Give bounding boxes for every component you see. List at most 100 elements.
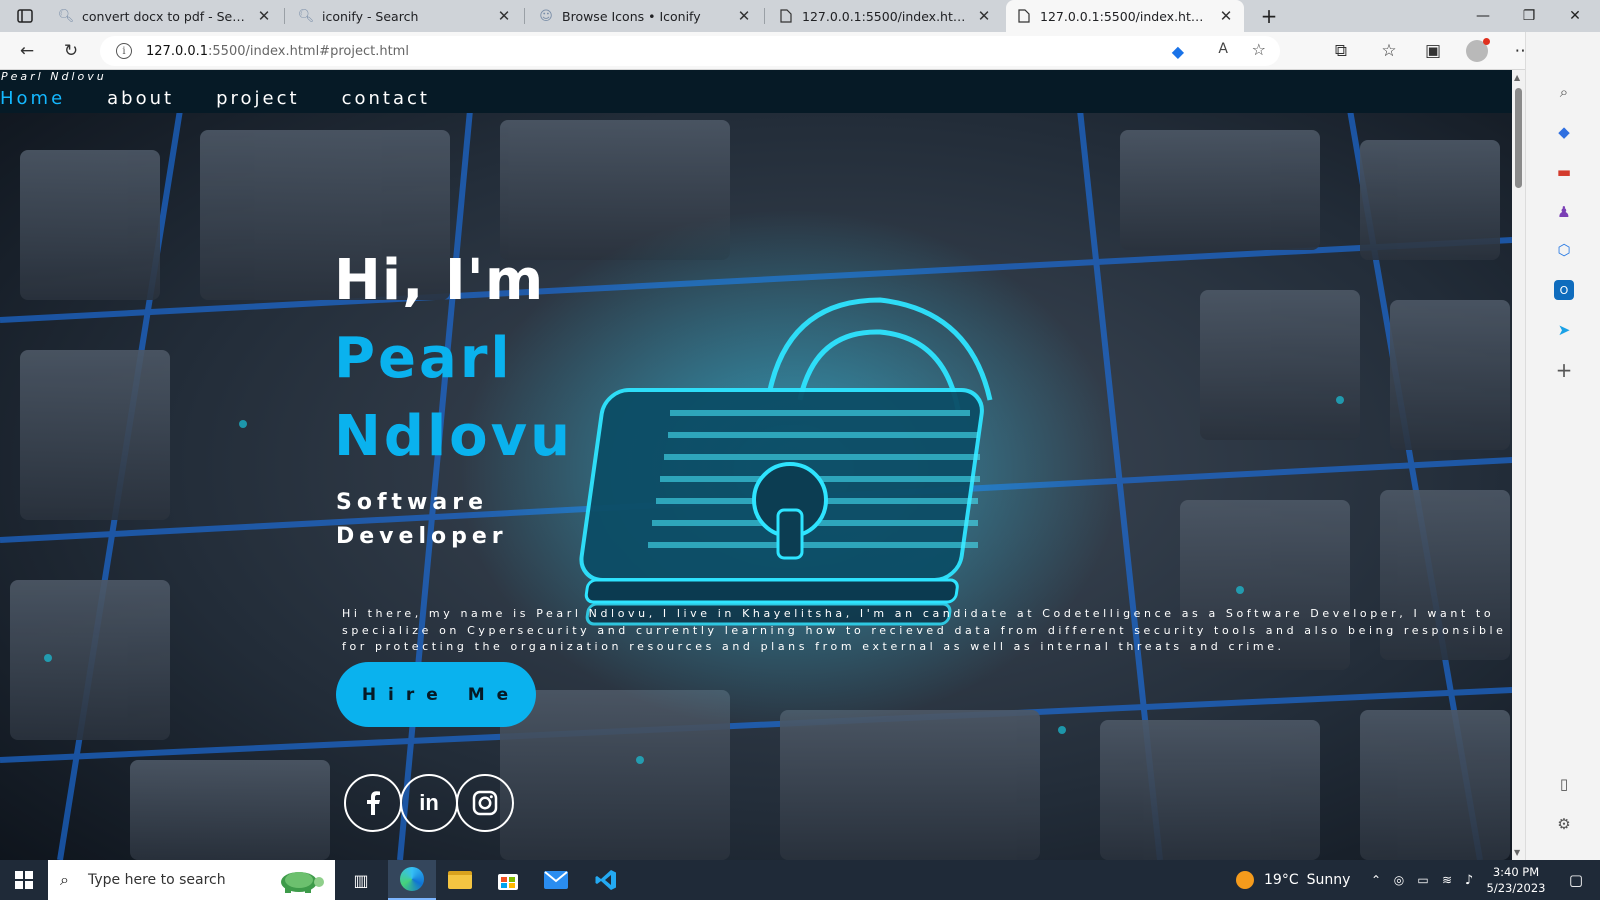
- back-button[interactable]: ←: [12, 37, 42, 65]
- facebook-icon[interactable]: [344, 774, 402, 832]
- wifi-icon[interactable]: ≋: [1436, 860, 1458, 900]
- turtle-icon: [269, 866, 325, 894]
- site-info-icon[interactable]: i: [116, 43, 132, 59]
- tab-actions-icon[interactable]: [10, 2, 40, 30]
- instagram-icon[interactable]: [456, 774, 514, 832]
- shield-icon[interactable]: ◆: [1172, 42, 1184, 61]
- nav-project[interactable]: project: [216, 88, 299, 109]
- tab-title: convert docx to pdf - Search: [82, 8, 250, 24]
- search-icon[interactable]: ⌕: [1554, 82, 1574, 102]
- address-host: 127.0.0.1: [146, 43, 209, 59]
- site-nav: Home about project contact: [0, 88, 472, 109]
- close-window-button[interactable]: ✕: [1552, 0, 1598, 32]
- nav-about[interactable]: about: [107, 88, 174, 109]
- windows-start-icon[interactable]: [0, 860, 48, 900]
- search-icon: 🔍︎: [57, 8, 75, 24]
- favorites-icon[interactable]: ☆: [1374, 37, 1404, 65]
- search-icon: ⌕: [60, 870, 69, 889]
- volume-icon[interactable]: ♪: [1458, 860, 1480, 900]
- weather-condition: Sunny: [1306, 872, 1351, 888]
- shopping-tag-icon[interactable]: ◆: [1554, 122, 1574, 142]
- linkedin-icon[interactable]: in: [400, 774, 458, 832]
- clock-time: 3:40 PM: [1492, 865, 1540, 879]
- hero-intro-text: Hi there, my name is Pearl Ndlovu, I liv…: [342, 607, 1507, 653]
- scroll-up-icon[interactable]: ▲: [1514, 73, 1520, 82]
- hero-role-line1: Software: [336, 490, 488, 515]
- games-icon[interactable]: ♟: [1554, 202, 1574, 222]
- site-header: Pearl Ndlovu Home about project contact: [0, 70, 1512, 113]
- hero-last-name: Ndlovu: [334, 404, 573, 469]
- mail-icon[interactable]: [532, 860, 580, 900]
- browser-tab-strip: 🔍︎ convert docx to pdf - Search ✕ 🔍︎ ico…: [0, 0, 1600, 32]
- new-tab-button[interactable]: +: [1246, 0, 1292, 32]
- weather-widget[interactable]: 19°C Sunny: [1236, 860, 1350, 900]
- tools-briefcase-icon[interactable]: ▬: [1554, 162, 1574, 182]
- windows-taskbar: ⌕ Type here to search ▥ 19°C Sunny ⌃ ◎ ▭…: [0, 860, 1600, 900]
- weather-temp: 19°C: [1264, 872, 1299, 888]
- address-bar[interactable]: i 127.0.0.1:5500/index.html#project.html…: [100, 36, 1280, 66]
- clock-date: 5/23/2023: [1486, 881, 1546, 895]
- tab-title: 127.0.0.1:5500/index.html#project: [1040, 8, 1212, 24]
- tab-separator: [764, 8, 765, 24]
- tab-title: Browse Icons • Iconify: [562, 8, 701, 24]
- task-view-icon[interactable]: ▥: [344, 860, 378, 900]
- tab-separator: [284, 8, 285, 24]
- hero-first-name: Pearl: [334, 326, 513, 391]
- close-tab-icon[interactable]: ✕: [736, 7, 752, 25]
- hero-greeting: Hi, I'm: [334, 248, 545, 313]
- read-aloud-icon[interactable]: A: [1218, 41, 1228, 57]
- browser-tab[interactable]: 127.0.0.1:5500/index.html#contact ✕: [768, 0, 1002, 32]
- hero-role-line2: Developer: [336, 524, 508, 549]
- outlook-icon[interactable]: O: [1554, 280, 1574, 300]
- microsoft-store-icon[interactable]: [484, 860, 532, 900]
- add-sidebar-app-icon[interactable]: +: [1554, 358, 1574, 382]
- show-hidden-icons-icon[interactable]: ⌃: [1366, 860, 1386, 900]
- nav-contact[interactable]: contact: [342, 88, 430, 109]
- browser-tab[interactable]: 🔍︎ convert docx to pdf - Search ✕: [48, 0, 282, 32]
- scroll-down-icon[interactable]: ▼: [1514, 848, 1520, 857]
- extensions-icon[interactable]: ⧉: [1326, 37, 1356, 65]
- vscode-icon[interactable]: [582, 860, 630, 900]
- add-favorite-icon[interactable]: ☆: [1252, 40, 1266, 59]
- sidebar-settings-icon[interactable]: ⚙: [1554, 814, 1574, 834]
- taskbar-search-input[interactable]: ⌕ Type here to search: [48, 860, 335, 900]
- browser-tab[interactable]: 🔍︎ iconify - Search ✕: [288, 0, 522, 32]
- minimize-button[interactable]: —: [1460, 0, 1506, 32]
- browser-toolbar: ← ↻ i 127.0.0.1:5500/index.html#project.…: [0, 32, 1600, 70]
- page-icon: [778, 8, 794, 24]
- close-tab-icon[interactable]: ✕: [496, 7, 512, 25]
- close-tab-icon[interactable]: ✕: [256, 7, 272, 25]
- restore-button[interactable]: ❐: [1506, 0, 1552, 32]
- site-brand: Pearl Ndlovu: [1, 70, 107, 83]
- page-scrollbar[interactable]: ▲ ▼: [1512, 70, 1525, 860]
- sun-icon: [1236, 871, 1254, 889]
- close-tab-icon[interactable]: ✕: [976, 7, 992, 25]
- address-path: :5500/index.html#project.html: [208, 43, 409, 59]
- collections-icon[interactable]: ▣: [1418, 37, 1448, 65]
- iconify-icon: ☺: [539, 8, 553, 24]
- tab-separator: [524, 8, 525, 24]
- tab-title: iconify - Search: [322, 8, 419, 24]
- browser-tab-active[interactable]: 127.0.0.1:5500/index.html#project ✕: [1006, 0, 1244, 32]
- page-viewport: Pearl Ndlovu Home about project contact …: [0, 70, 1512, 860]
- office-icon[interactable]: ⬡: [1554, 240, 1574, 260]
- hide-sidebar-icon[interactable]: ▯: [1554, 774, 1574, 794]
- taskbar-clock[interactable]: 3:40 PM 5/23/2023: [1480, 864, 1552, 896]
- hire-me-button[interactable]: Hire Me: [336, 662, 536, 727]
- page-icon: [1016, 8, 1032, 24]
- refresh-button[interactable]: ↻: [56, 37, 86, 65]
- edge-taskbar-icon[interactable]: [388, 860, 436, 900]
- nav-home[interactable]: Home: [0, 88, 65, 109]
- browser-tab[interactable]: ☺ Browse Icons • Iconify ✕: [528, 0, 762, 32]
- tab-title: 127.0.0.1:5500/index.html#contact: [802, 8, 970, 24]
- profile-avatar[interactable]: [1462, 37, 1492, 65]
- meet-now-icon[interactable]: ◎: [1388, 860, 1410, 900]
- send-icon[interactable]: ➤: [1554, 320, 1574, 340]
- scrollbar-thumb[interactable]: [1515, 88, 1522, 188]
- file-explorer-icon[interactable]: [436, 860, 484, 900]
- close-tab-icon[interactable]: ✕: [1218, 7, 1234, 25]
- battery-icon[interactable]: ▭: [1412, 860, 1434, 900]
- search-icon: 🔍︎: [297, 8, 315, 24]
- edge-sidebar: ⌕ ◆ ▬ ♟ ⬡ O ➤ + ▯ ⚙: [1525, 32, 1600, 860]
- notifications-icon[interactable]: ▢: [1556, 860, 1596, 900]
